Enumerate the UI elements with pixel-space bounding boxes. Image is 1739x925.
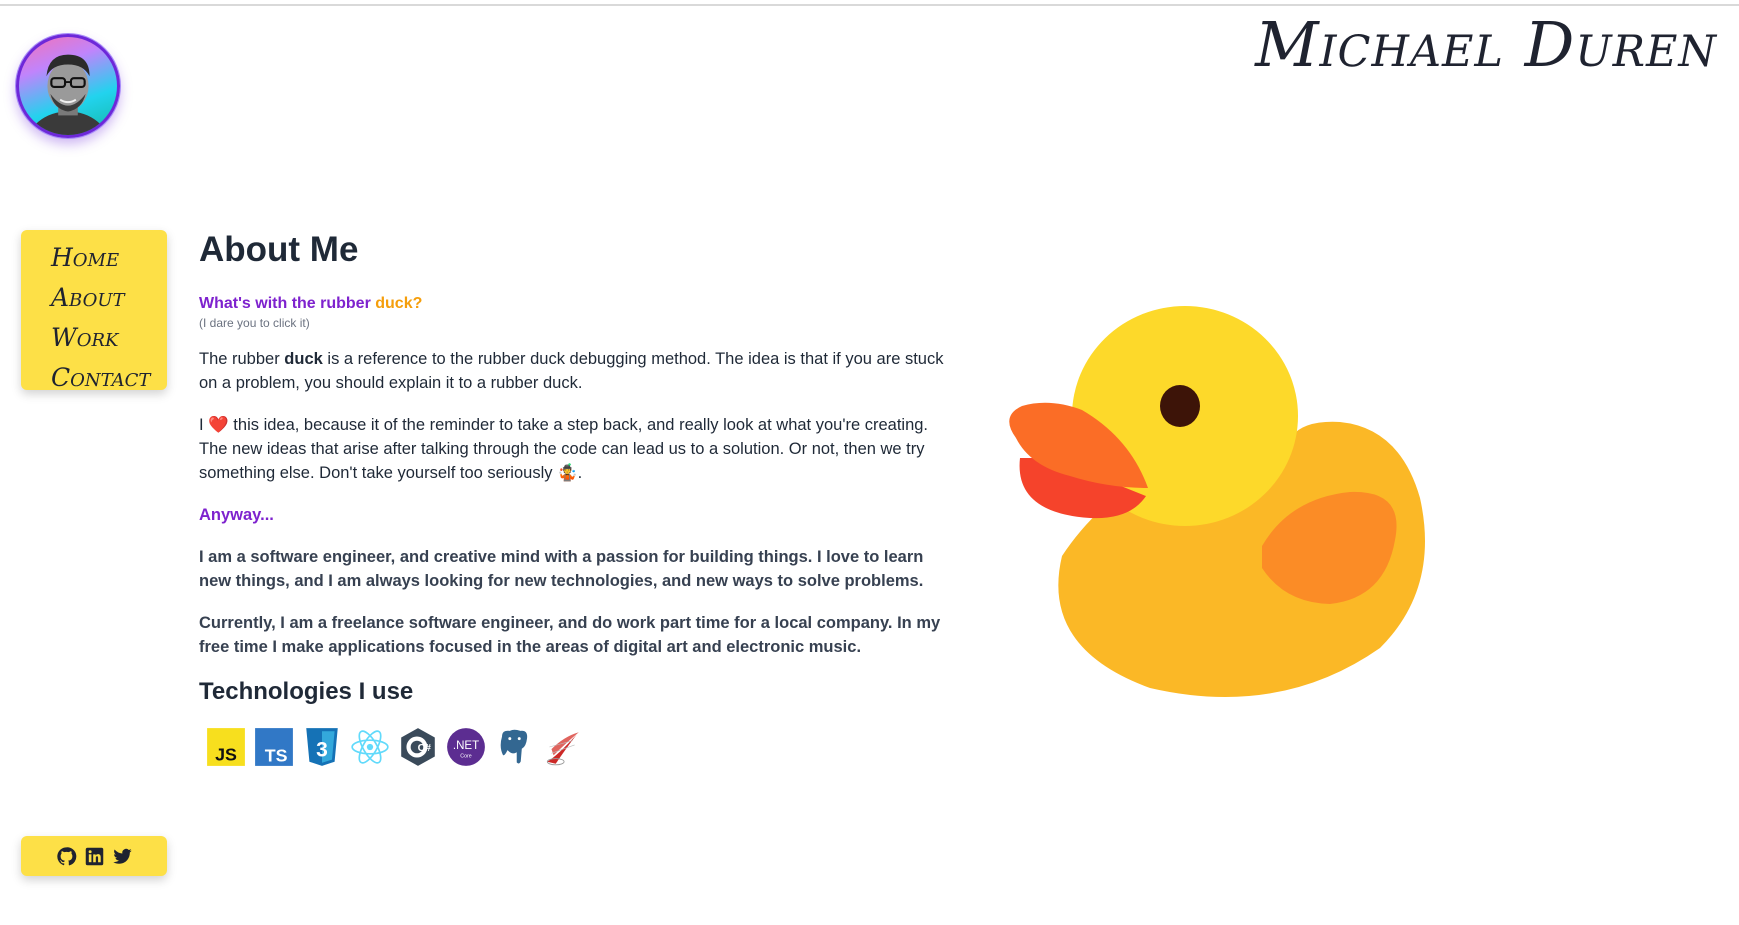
duck-question: What's with the rubber duck? xyxy=(199,294,959,314)
nav-contact[interactable]: Contact xyxy=(51,358,167,398)
csharp-label: C# xyxy=(418,742,432,754)
paragraph-freelance: Currently, I am a freelance software eng… xyxy=(199,614,941,656)
rubber-duck-icon xyxy=(1009,306,1425,697)
heart-icon: ❤️ xyxy=(208,416,229,434)
technologies-list: JS TS 3 C# .NET Core xyxy=(204,725,959,769)
linkedin-link[interactable] xyxy=(83,845,105,867)
page-title: About Me xyxy=(199,230,359,269)
github-icon xyxy=(56,846,76,865)
nav-work[interactable]: Work xyxy=(51,318,167,358)
css3-label: 3 xyxy=(316,738,328,761)
para2-end: . xyxy=(577,464,583,482)
twitter-icon xyxy=(112,848,132,864)
react-icon xyxy=(348,725,392,769)
anyway-heading: Anyway... xyxy=(199,506,274,524)
dotnet-sub-label: Core xyxy=(460,754,471,760)
nav-about[interactable]: About xyxy=(51,278,167,318)
para1-text-a: The rubber xyxy=(199,350,285,368)
dare-caption: (I dare you to click it) xyxy=(199,316,310,330)
paragraph-engineer: I am a software engineer, and creative m… xyxy=(199,548,924,590)
typescript-label: TS xyxy=(265,746,288,766)
csharp-icon: C# xyxy=(396,725,440,769)
technologies-heading: Technologies I use xyxy=(199,678,414,705)
site-name[interactable]: Michael Duren xyxy=(1255,8,1717,81)
dotnet-label: .NET xyxy=(453,740,479,752)
twitter-link[interactable] xyxy=(111,845,133,867)
github-link[interactable] xyxy=(55,845,77,867)
paragraph-idea: I ❤️ this idea, because it of the remind… xyxy=(199,413,959,485)
css3-icon: 3 xyxy=(300,725,344,769)
top-border xyxy=(0,0,1739,6)
avatar-photo-icon xyxy=(28,54,108,135)
linkedin-icon xyxy=(85,847,103,865)
typescript-icon: TS xyxy=(252,725,296,769)
main-nav: Home About Work Contact xyxy=(21,230,167,392)
juggler-icon: 🤹 xyxy=(557,464,578,482)
social-links xyxy=(21,836,167,876)
duck-link[interactable]: duck? xyxy=(375,295,422,312)
duck-question-text: What's with the rubber xyxy=(199,295,376,312)
para2-text-a: I xyxy=(199,416,209,434)
nav-home[interactable]: Home xyxy=(51,238,167,278)
paragraph-rubber-duck: The rubber duck is a reference to the ru… xyxy=(199,347,959,395)
sql-server-icon xyxy=(540,725,584,769)
para1-bold-duck: duck xyxy=(284,350,323,368)
javascript-label: JS xyxy=(215,745,237,765)
about-section: About Me What's with the rubber duck? (I… xyxy=(199,226,959,769)
dotnet-core-icon: .NET Core xyxy=(444,725,488,769)
rubber-duck-illustration[interactable] xyxy=(1000,298,1440,698)
postgresql-icon xyxy=(492,725,536,769)
avatar[interactable] xyxy=(16,34,120,138)
javascript-icon: JS xyxy=(204,725,248,769)
